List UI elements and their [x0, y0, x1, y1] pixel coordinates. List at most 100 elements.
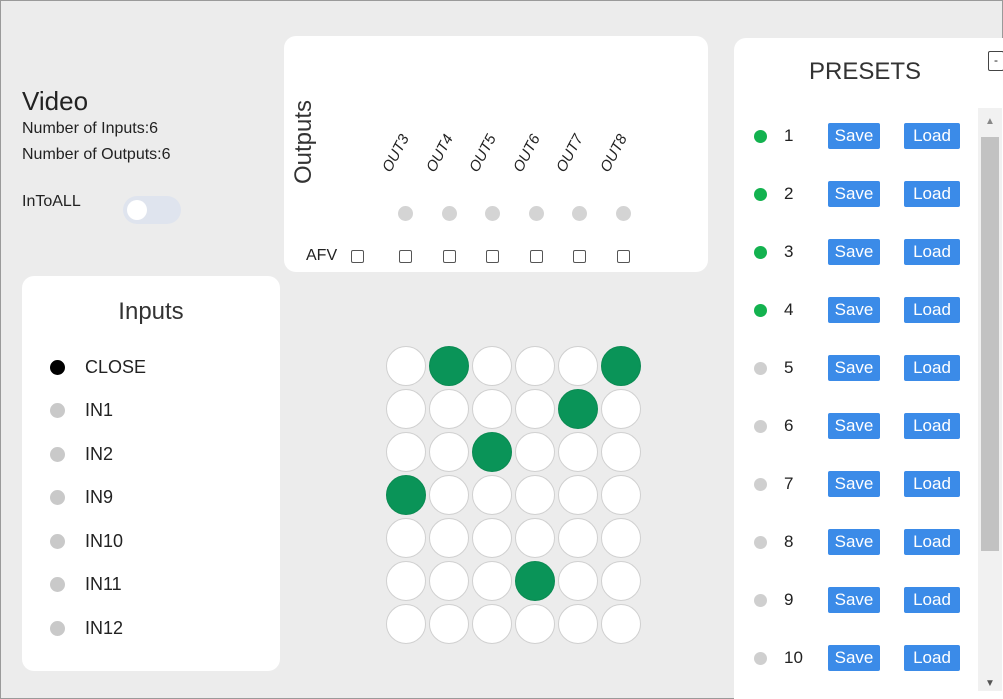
output-status-dot [615, 206, 631, 221]
input-status-dot [50, 403, 65, 418]
matrix-cell[interactable] [386, 432, 426, 472]
preset-status-dot [754, 188, 767, 201]
input-item[interactable]: IN12 [50, 616, 123, 640]
matrix-cell[interactable] [601, 475, 641, 515]
preset-load-button[interactable]: Load [904, 181, 960, 207]
preset-load-button[interactable]: Load [904, 239, 960, 265]
matrix-cell[interactable] [515, 604, 555, 644]
triangle-up-icon[interactable]: ▲ [985, 116, 995, 127]
output-afv-checkbox[interactable] [486, 250, 499, 263]
preset-save-button[interactable]: Save [828, 645, 880, 671]
triangle-down-icon[interactable]: ▼ [985, 678, 995, 689]
matrix-cell[interactable] [472, 561, 512, 601]
matrix-cell[interactable] [601, 389, 641, 429]
input-item[interactable]: IN11 [50, 573, 122, 597]
matrix-cell[interactable] [601, 604, 641, 644]
preset-save-button[interactable]: Save [828, 239, 880, 265]
output-column: OUT8 [596, 36, 638, 272]
input-item[interactable]: IN1 [50, 399, 113, 423]
output-label: OUT3 [378, 131, 413, 175]
input-label: IN11 [85, 574, 122, 594]
input-item[interactable]: IN9 [50, 486, 113, 510]
output-label: OUT6 [509, 131, 544, 175]
matrix-cell[interactable] [429, 604, 469, 644]
preset-load-button[interactable]: Load [904, 123, 960, 149]
matrix-cell[interactable] [515, 561, 555, 601]
matrix-cell[interactable] [472, 604, 512, 644]
matrix-cell[interactable] [558, 518, 598, 558]
matrix-cell[interactable] [429, 518, 469, 558]
input-item[interactable]: IN2 [50, 442, 113, 466]
output-status-dot [572, 206, 587, 221]
matrix-cell[interactable] [386, 604, 426, 644]
preset-save-button[interactable]: Save [828, 529, 880, 555]
matrix-cell[interactable] [601, 432, 641, 472]
afv-checkbox[interactable] [351, 250, 364, 263]
preset-save-button[interactable]: Save [828, 297, 880, 323]
preset-row: 1 Save Load [754, 123, 964, 149]
matrix-cell[interactable] [558, 389, 598, 429]
preset-load-button[interactable]: Load [904, 645, 960, 671]
matrix-cell[interactable] [386, 346, 426, 386]
preset-save-button[interactable]: Save [828, 181, 880, 207]
input-item[interactable]: IN10 [50, 529, 123, 553]
preset-number: 8 [784, 532, 794, 551]
matrix-cell[interactable] [386, 561, 426, 601]
matrix-cell[interactable] [558, 604, 598, 644]
matrix-cell[interactable] [386, 518, 426, 558]
matrix-cell[interactable] [429, 475, 469, 515]
output-afv-checkbox[interactable] [616, 250, 630, 263]
collapse-button[interactable]: - [988, 51, 1003, 71]
output-afv-checkbox[interactable] [442, 250, 456, 263]
input-item[interactable]: CLOSE [50, 355, 146, 379]
matrix-cell[interactable] [601, 561, 641, 601]
matrix-cell[interactable] [515, 389, 555, 429]
scrollbar-thumb[interactable] [981, 137, 999, 551]
preset-number: 3 [784, 242, 794, 261]
matrix-cell[interactable] [472, 518, 512, 558]
preset-status-dot [754, 478, 767, 491]
matrix-cell[interactable] [515, 475, 555, 515]
preset-save-button[interactable]: Save [828, 355, 880, 381]
matrix-cell[interactable] [386, 475, 426, 515]
preset-status-dot [754, 536, 767, 549]
intoall-toggle[interactable] [123, 196, 181, 224]
input-label: IN12 [85, 617, 124, 638]
matrix-cell[interactable] [558, 561, 598, 601]
output-afv-checkbox[interactable] [573, 250, 586, 263]
output-afv-checkbox[interactable] [399, 250, 412, 263]
output-afv-checkbox[interactable] [529, 250, 543, 263]
matrix-cell[interactable] [558, 346, 598, 386]
matrix-cell[interactable] [558, 475, 598, 515]
preset-save-button[interactable]: Save [828, 587, 880, 613]
matrix-cell[interactable] [515, 346, 555, 386]
matrix-cell[interactable] [601, 518, 641, 558]
preset-number: 10 [784, 648, 803, 667]
preset-save-button[interactable]: Save [828, 123, 880, 149]
input-label: IN1 [85, 400, 114, 420]
preset-load-button[interactable]: Load [904, 471, 960, 497]
preset-load-button[interactable]: Load [904, 413, 960, 439]
preset-load-button[interactable]: Load [904, 587, 960, 613]
matrix-cell[interactable] [429, 346, 469, 386]
matrix-cell[interactable] [429, 389, 469, 429]
preset-save-button[interactable]: Save [828, 471, 880, 497]
matrix-cell[interactable] [429, 432, 469, 472]
input-label: IN9 [85, 487, 114, 507]
matrix-cell[interactable] [472, 389, 512, 429]
preset-status-dot [754, 420, 767, 433]
matrix-cell[interactable] [472, 432, 512, 472]
preset-save-button[interactable]: Save [828, 413, 880, 439]
matrix-cell[interactable] [429, 561, 469, 601]
matrix-cell[interactable] [472, 475, 512, 515]
preset-load-button[interactable]: Load [904, 529, 960, 555]
matrix-cell[interactable] [558, 432, 598, 472]
matrix-cell[interactable] [601, 346, 641, 386]
matrix-cell[interactable] [515, 518, 555, 558]
matrix-cell[interactable] [472, 346, 512, 386]
preset-load-button[interactable]: Load [904, 355, 960, 381]
matrix-cell[interactable] [515, 432, 555, 472]
preset-load-button[interactable]: Load [904, 297, 960, 323]
preset-status-dot [754, 130, 767, 143]
matrix-cell[interactable] [386, 389, 426, 429]
